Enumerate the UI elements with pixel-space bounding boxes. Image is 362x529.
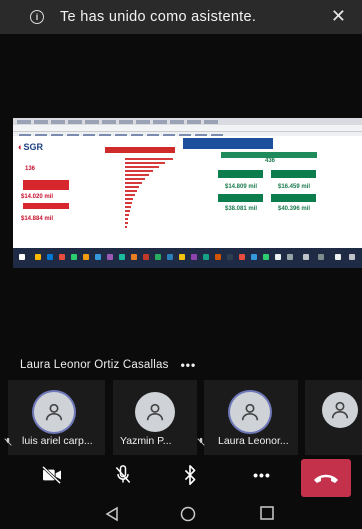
avatar xyxy=(135,392,175,432)
participant-name: luis ariel carp... xyxy=(22,435,93,447)
dashboard-header-red xyxy=(105,147,175,153)
kpi-right-5: $40.396 mil xyxy=(278,206,311,212)
info-icon: i xyxy=(30,10,44,24)
mic-off-icon[interactable] xyxy=(101,455,145,495)
bluetooth-icon[interactable] xyxy=(168,455,212,495)
kpi-green-box-2 xyxy=(271,170,316,178)
kpi-left-1: 136 xyxy=(25,166,36,172)
active-speaker-name: Laura Leonor Ortiz Casallas xyxy=(20,359,169,371)
more-options-icon[interactable]: ••• xyxy=(181,358,197,372)
avatar xyxy=(230,392,270,432)
close-icon[interactable]: ✕ xyxy=(331,6,346,27)
call-controls: ••• xyxy=(0,455,362,499)
mic-off-icon xyxy=(197,437,205,446)
kpi-green-box-1 xyxy=(218,170,263,178)
participant-name: Laura Leonor... xyxy=(218,435,289,447)
recents-icon[interactable] xyxy=(260,506,274,525)
person-icon xyxy=(45,403,63,421)
kpi-right-4: $38.081 mil xyxy=(225,206,258,212)
participant-tile[interactable]: luis ariel carp... xyxy=(4,380,105,455)
kpi-left-3: $14.884 mil xyxy=(21,216,54,222)
kpi-green-box-4 xyxy=(271,194,316,202)
windows-taskbar xyxy=(13,248,362,268)
kpi-right-1: 436 xyxy=(265,158,276,164)
kpi-red-box xyxy=(23,180,69,190)
hang-up-icon[interactable] xyxy=(301,459,351,497)
kpi-green-box-3 xyxy=(218,194,263,202)
shared-screen: ◐SGR 136 $14.020 mil $14.884 mil 436 $14… xyxy=(13,118,362,268)
participant-tile[interactable]: Yazmin P... xyxy=(113,380,197,455)
avatar xyxy=(34,392,74,432)
participant-name: Yazmin P... xyxy=(120,435,172,447)
avatar xyxy=(322,392,358,428)
join-notification: i Te has unido como asistente. ✕ xyxy=(0,0,362,34)
bar-list xyxy=(105,156,175,236)
kpi-red-box-2 xyxy=(23,203,69,209)
home-icon[interactable] xyxy=(180,506,196,527)
sgr-logo: ◐SGR xyxy=(18,142,43,152)
participant-tile[interactable] xyxy=(305,380,362,455)
shared-dashboard: ◐SGR 136 $14.020 mil $14.884 mil 436 $14… xyxy=(13,136,362,248)
kpi-right-2: $14.809 mil xyxy=(225,184,258,190)
notification-message: Te has unido como asistente. xyxy=(60,9,257,25)
participant-tile[interactable]: Laura Leonor... xyxy=(197,380,298,455)
camera-off-icon[interactable] xyxy=(30,455,74,495)
browser-tabbar xyxy=(13,118,362,125)
active-speaker-bar: Laura Leonor Ortiz Casallas ••• xyxy=(20,355,196,375)
back-icon[interactable] xyxy=(105,506,119,527)
more-icon[interactable]: ••• xyxy=(240,455,284,495)
mic-off-icon xyxy=(4,437,12,446)
person-icon xyxy=(331,401,349,419)
kpi-right-3: $16.459 mil xyxy=(278,184,311,190)
android-nav-bar xyxy=(0,500,362,529)
person-icon xyxy=(146,403,164,421)
kpi-left-2: $14.020 mil xyxy=(21,194,54,200)
dashboard-header-blue xyxy=(183,138,273,149)
browser-address-bar xyxy=(13,125,362,132)
person-icon xyxy=(241,403,259,421)
